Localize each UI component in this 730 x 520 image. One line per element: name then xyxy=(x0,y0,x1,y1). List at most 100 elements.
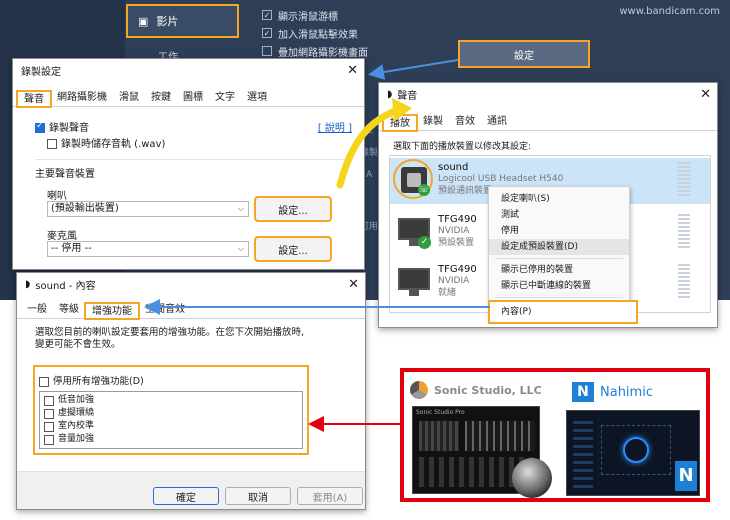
nahimic-logo-icon: N xyxy=(572,382,594,402)
sidebar-item-video[interactable]: ▣ 影片 xyxy=(126,4,239,38)
background-checkbox-item[interactable]: ✓ 加入滑鼠點擊效果 xyxy=(262,24,462,42)
properties-titlebar: ◗ sound - 內容 ✕ xyxy=(17,273,365,295)
mic-label: 麥克風 xyxy=(47,231,77,242)
list-item[interactable]: 虛擬環繞 xyxy=(44,407,298,420)
volume-meter xyxy=(678,162,690,198)
checkbox-checked-icon xyxy=(35,121,45,133)
checkbox-checked-icon: ✓ xyxy=(262,28,272,38)
volume-meter xyxy=(678,264,690,300)
check-badge-icon: ✓ xyxy=(418,236,431,249)
sidebar-item-label: 影片 xyxy=(156,15,179,28)
ok-button[interactable]: 確定 xyxy=(153,487,219,505)
background-settings-button[interactable]: 設定 xyxy=(458,40,590,68)
background-checkbox-item[interactable]: ✓ 顯示滑鼠游標 xyxy=(262,6,462,24)
tab-enhancements[interactable]: 增強功能 xyxy=(84,302,140,320)
tab-sounds[interactable]: 音效 xyxy=(449,114,481,130)
mic-settings-button[interactable]: 設定... xyxy=(254,236,332,262)
divider xyxy=(35,159,347,160)
close-icon[interactable]: ✕ xyxy=(700,87,711,102)
enhancements-group: 停用所有增強功能(D) 低音加強 虛擬環繞 室內校準 音量加強 xyxy=(33,365,309,455)
checkbox-checked-icon: ✓ xyxy=(262,10,272,20)
tab-webcam[interactable]: 網路攝影機 xyxy=(51,90,113,106)
tab-playback[interactable]: 播放 xyxy=(382,114,418,132)
primary-device-heading: 主要聲音裝置 xyxy=(35,169,95,180)
apply-button[interactable]: 套用(A) xyxy=(297,487,363,505)
checkbox-icon xyxy=(39,376,49,387)
enhancements-list: 低音加強 虛擬環繞 室內校準 音量加強 xyxy=(39,391,303,449)
volume-meter xyxy=(678,214,690,250)
tab-audio[interactable]: 聲音 xyxy=(16,90,52,108)
checkbox-icon xyxy=(262,46,272,56)
list-item[interactable]: 低音加強 xyxy=(44,394,298,407)
monitor-device-icon xyxy=(396,264,432,300)
list-item[interactable]: 音量加強 xyxy=(44,433,298,446)
tab-levels[interactable]: 等級 xyxy=(53,302,85,318)
tab-logo[interactable]: 圖標 xyxy=(177,90,209,106)
sonic-studio-logo-icon xyxy=(410,381,428,399)
headset-device-icon: ☏ xyxy=(393,159,433,199)
mic-select[interactable]: -- 停用 -- ⌵ xyxy=(47,241,249,257)
recording-settings-tabs: 聲音 網路攝影機 滑鼠 按鍵 圖標 文字 選項 xyxy=(13,89,364,108)
chevron-down-icon: ⌵ xyxy=(237,244,244,253)
nahimic-badge-icon: N xyxy=(675,461,697,491)
sonic-studio-header: Sonic Studio, LLC xyxy=(410,380,560,400)
list-item[interactable]: 室內校準 xyxy=(44,420,298,433)
speaker-icon: ◗ xyxy=(387,88,393,100)
tab-communications[interactable]: 通訊 xyxy=(481,114,513,130)
speaker-icon: ◗ xyxy=(25,278,31,290)
menu-item-configure-speakers[interactable]: 設定喇叭(S) xyxy=(489,191,629,207)
tab-keys[interactable]: 按鍵 xyxy=(145,90,177,106)
checkbox-icon xyxy=(44,395,54,406)
tab-mouse[interactable]: 滑鼠 xyxy=(113,90,145,106)
nahimic-screenshot: N xyxy=(566,410,700,496)
tab-options[interactable]: 選項 xyxy=(241,90,273,106)
tab-text[interactable]: 文字 xyxy=(209,90,241,106)
divider xyxy=(495,258,623,259)
sound-instruction: 選取下面的播放裝置以修改其設定: xyxy=(393,142,532,152)
tab-general[interactable]: 一般 xyxy=(21,302,53,318)
tab-spatial-sound[interactable]: 空間音效 xyxy=(139,302,191,318)
help-link[interactable]: [ 說明 ] xyxy=(318,119,352,134)
recording-settings-titlebar: 錄製設定 ✕ xyxy=(13,59,364,81)
watermark: www.bandicam.com xyxy=(619,6,720,17)
save-wav-checkbox[interactable]: 錄製時儲存音軌 (.wav) xyxy=(47,135,165,150)
sound-dialog-titlebar: ◗ 聲音 ✕ xyxy=(379,83,717,105)
phone-badge-icon: ☏ xyxy=(418,184,430,196)
menu-item-show-disconnected[interactable]: 顯示已中斷連線的裝置 xyxy=(489,278,629,294)
disable-all-checkbox[interactable]: 停用所有增強功能(D) xyxy=(39,373,303,387)
window-title: 聲音 xyxy=(397,90,418,102)
cancel-button[interactable]: 取消 xyxy=(225,487,291,505)
checkbox-icon xyxy=(47,139,57,149)
tab-recording[interactable]: 錄製 xyxy=(417,114,449,130)
speaker-select[interactable]: (預設輸出裝置) ⌵ xyxy=(47,201,249,217)
divider xyxy=(495,297,623,298)
recording-settings-window: 錄製設定 ✕ 聲音 網路攝影機 滑鼠 按鍵 圖標 文字 選項 錄製聲音 [ 說明… xyxy=(12,58,365,270)
menu-item-disable[interactable]: 停用 xyxy=(489,223,629,239)
menu-item-set-default[interactable]: 設定成預設裝置(D) xyxy=(489,239,629,255)
close-icon[interactable]: ✕ xyxy=(347,63,358,78)
sound-dialog-tabs: 播放 錄製 音效 通訊 xyxy=(379,113,717,132)
checkbox-icon xyxy=(44,434,54,445)
close-icon[interactable]: ✕ xyxy=(348,277,359,292)
properties-tabs: 一般 等級 增強功能 空間音效 xyxy=(17,301,365,320)
chevron-down-icon: ⌵ xyxy=(237,204,244,213)
audio-software-promo: Sonic Studio, LLC Sonic Studio Pro N Nah… xyxy=(400,368,710,502)
nahimic-header: N Nahimic xyxy=(572,382,653,402)
video-icon: ▣ xyxy=(138,14,149,28)
window-title: sound - 內容 xyxy=(35,280,96,292)
background-checkbox-list: ✓ 顯示滑鼠游標 ✓ 加入滑鼠點擊效果 疊加網路攝影機畫面 xyxy=(262,6,462,60)
record-audio-checkbox[interactable]: 錄製聲音 xyxy=(35,119,89,134)
monitor-device-icon: ✓ xyxy=(396,214,432,250)
menu-item-properties[interactable]: 內容(P) xyxy=(488,300,638,324)
enhancements-description: 選取您目前的喇叭設定要套用的增強功能。在您下次開始播放時, 變更可能不會生效。 xyxy=(35,327,305,350)
checkbox-icon xyxy=(44,421,54,432)
sonic-studio-knob-icon xyxy=(512,458,552,498)
menu-item-show-disabled[interactable]: 顯示已停用的裝置 xyxy=(489,262,629,278)
properties-dialog-window: ◗ sound - 內容 ✕ 一般 等級 增強功能 空間音效 選取您目前的喇叭設… xyxy=(16,272,366,510)
recording-settings-body: 錄製聲音 [ 說明 ] 錄製時儲存音軌 (.wav) 主要聲音裝置 喇叭 (預設… xyxy=(13,107,364,277)
device-context-menu: 設定喇叭(S) 測試 停用 設定成預設裝置(D) 顯示已停用的裝置 顯示已中斷連… xyxy=(488,186,638,324)
checkbox-icon xyxy=(44,408,54,419)
speaker-settings-button[interactable]: 設定... xyxy=(254,196,332,222)
speaker-label: 喇叭 xyxy=(47,191,67,202)
menu-item-test[interactable]: 測試 xyxy=(489,207,629,223)
